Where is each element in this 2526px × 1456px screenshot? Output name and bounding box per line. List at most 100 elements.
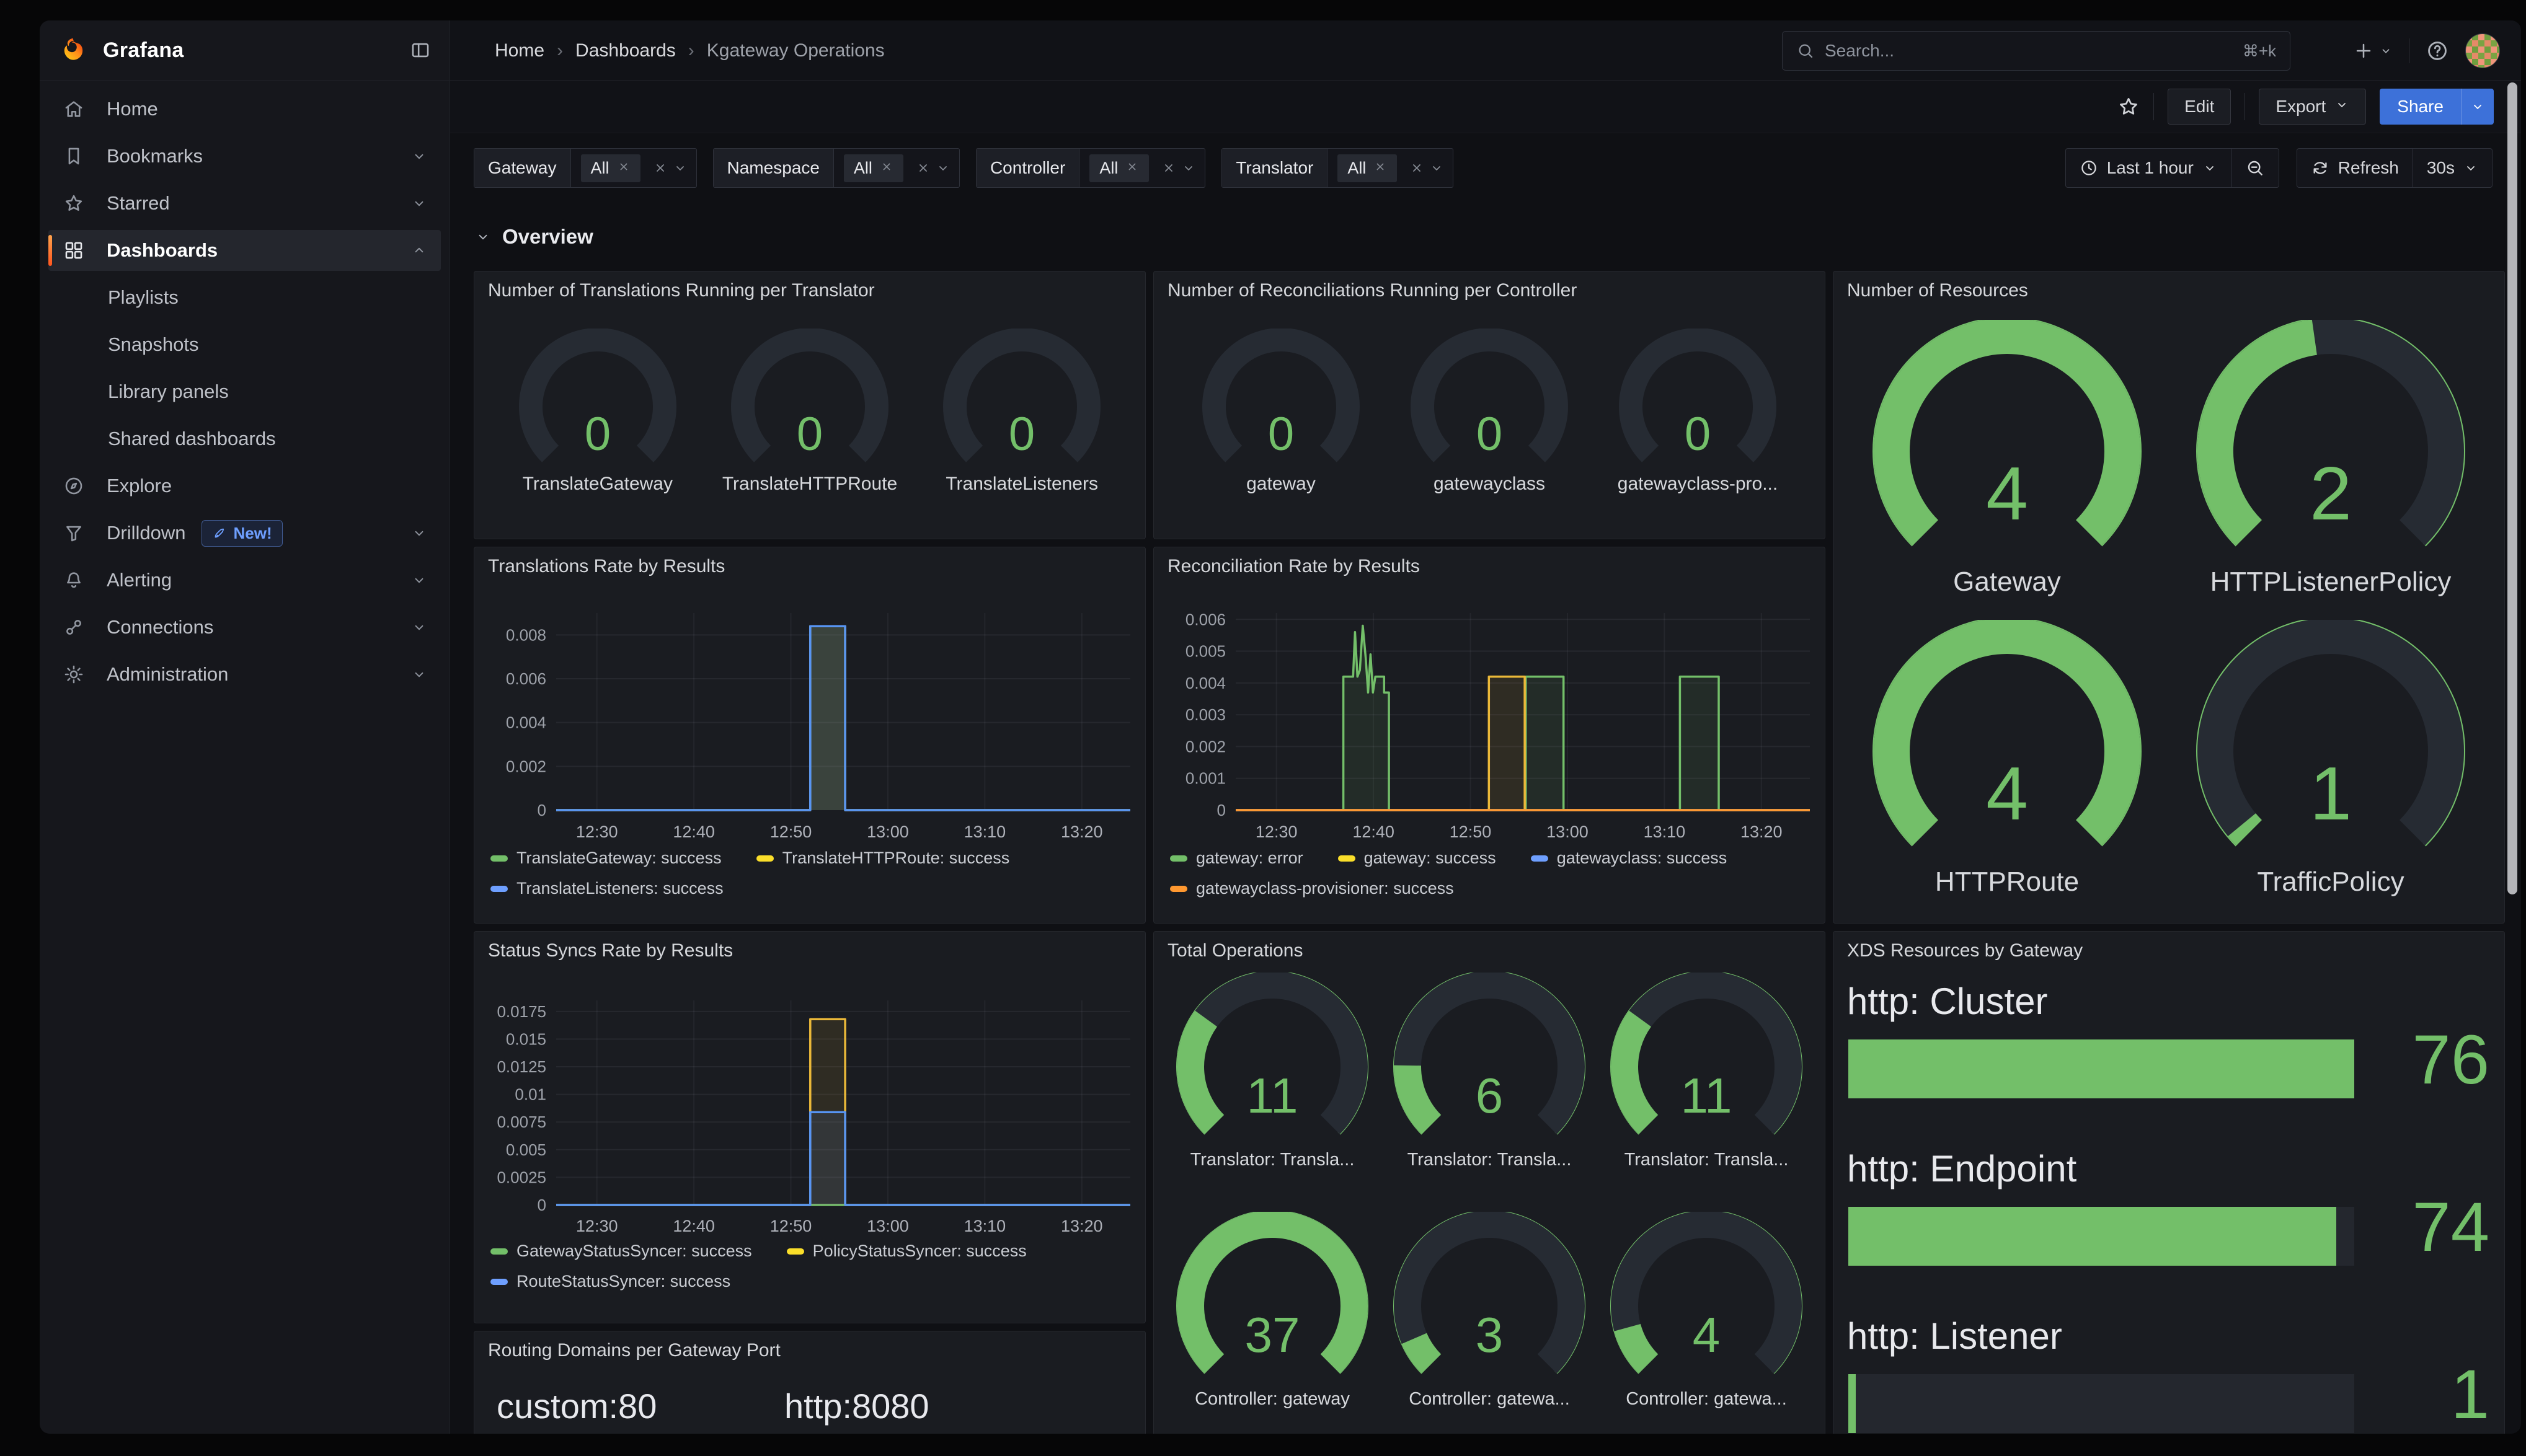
svg-text:4: 4 <box>1986 751 2028 836</box>
filter-value-chip[interactable]: All <box>581 154 640 182</box>
sidebar-item-label: Connections <box>107 616 213 638</box>
panel-title[interactable]: XDS Resources by Gateway <box>1847 940 2083 961</box>
filter-value-chip[interactable]: All <box>1089 154 1149 182</box>
legend-item[interactable]: GatewayStatusSyncer: success <box>490 1242 752 1261</box>
legend-item[interactable]: TranslateHTTPRoute: success <box>756 849 1010 868</box>
remove-value-icon[interactable] <box>1373 159 1387 178</box>
legend-item[interactable]: RouteStatusSyncer: success <box>490 1272 730 1291</box>
gauge-label: gateway <box>1246 474 1316 495</box>
panel-title[interactable]: Total Operations <box>1168 940 1303 961</box>
clear-filter-icon[interactable] <box>653 161 668 175</box>
sidebar-item-connections[interactable]: Connections <box>48 607 441 648</box>
remove-value-icon[interactable] <box>1125 159 1139 178</box>
time-series-plot: 00.00250.0050.00750.010.01250.0150.01751… <box>474 966 1145 1248</box>
panel-title[interactable]: Number of Translations Running per Trans… <box>488 280 875 301</box>
filter-gateway[interactable]: Gateway All <box>474 148 697 188</box>
sidebar-item-playlists[interactable]: Playlists <box>48 277 441 318</box>
clear-filter-icon[interactable] <box>1409 161 1424 175</box>
legend-item[interactable]: gatewayclass: success <box>1531 849 1727 868</box>
breadcrumb-item[interactable]: Home <box>495 40 544 61</box>
svg-text:0.002: 0.002 <box>506 757 546 775</box>
legend-color-chip <box>490 886 508 892</box>
routing-domain-value: custom:80 <box>497 1386 657 1426</box>
legend-item[interactable]: gateway: error <box>1170 849 1303 868</box>
sidebar-item-starred[interactable]: Starred <box>48 183 441 224</box>
sidebar-item-shared-dashboards[interactable]: Shared dashboards <box>48 418 441 459</box>
legend-item[interactable]: TranslateListeners: success <box>490 879 724 898</box>
filter-namespace[interactable]: NamespaceAll <box>713 148 960 188</box>
svg-text:0: 0 <box>538 801 546 819</box>
zoom-out-button[interactable] <box>2231 149 2279 187</box>
bar-fill <box>1848 1039 2354 1098</box>
clear-filter-icon[interactable] <box>1161 161 1176 175</box>
gauge: 11Translator: Transla... <box>1172 973 1373 1170</box>
sidebar-item-drilldown[interactable]: DrilldownNew! <box>48 513 441 554</box>
help-icon[interactable] <box>2426 39 2449 63</box>
legend-item[interactable]: PolicyStatusSyncer: success <box>787 1242 1027 1261</box>
grafana-logo-icon[interactable] <box>58 36 87 64</box>
filter-translator[interactable]: TranslatorAll <box>1221 148 1453 188</box>
row-overview-toggle[interactable]: Overview <box>475 225 593 249</box>
share-button[interactable]: Share <box>2380 89 2494 125</box>
star-dashboard-button[interactable] <box>2117 95 2140 118</box>
legend-item[interactable]: gateway: success <box>1338 849 1496 868</box>
filter-value-chip[interactable]: All <box>1337 154 1397 182</box>
filter-controller[interactable]: ControllerAll <box>976 148 1205 188</box>
gauge: 1TrafficPolicy <box>2191 620 2471 898</box>
clear-filter-icon[interactable] <box>916 161 931 175</box>
compass-icon <box>63 475 88 496</box>
gauge-label: Controller: gateway <box>1195 1389 1350 1410</box>
legend-item[interactable]: TranslateGateway: success <box>490 849 722 868</box>
collapse-sidebar-icon[interactable] <box>410 40 431 61</box>
gauge: 0TranslateHTTPRoute <box>722 329 897 495</box>
chevron-down-icon[interactable] <box>673 161 688 175</box>
legend-label: TranslateListeners: success <box>516 879 724 898</box>
sidebar-item-snapshots[interactable]: Snapshots <box>48 324 441 365</box>
legend-item[interactable]: gatewayclass-provisioner: success <box>1170 879 1454 898</box>
refresh-interval-picker[interactable]: 30s <box>2413 149 2492 187</box>
breadcrumb-item: Kgateway Operations <box>707 40 885 61</box>
gauge-label: HTTPRoute <box>1935 867 2079 898</box>
filter-label: Gateway <box>474 149 571 187</box>
export-button[interactable]: Export <box>2259 89 2366 125</box>
svg-text:12:40: 12:40 <box>1352 823 1394 841</box>
chevron-down-icon[interactable] <box>1429 161 1444 175</box>
gauge-label: gatewayclass <box>1434 474 1545 495</box>
remove-value-icon[interactable] <box>617 159 631 178</box>
chevron-down-icon <box>411 525 427 541</box>
edit-button[interactable]: Edit <box>2168 89 2231 125</box>
time-range-picker[interactable]: Last 1 hour <box>2066 149 2231 187</box>
sidebar-item-administration[interactable]: Administration <box>48 654 441 695</box>
svg-text:0.01: 0.01 <box>515 1085 546 1104</box>
sidebar-item-explore[interactable]: Explore <box>48 465 441 506</box>
sidebar-item-library-panels[interactable]: Library panels <box>48 371 441 412</box>
panel-title[interactable]: Number of Reconciliations Running per Co… <box>1168 280 1577 301</box>
refresh-button[interactable]: Refresh <box>2297 149 2413 187</box>
svg-text:0.004: 0.004 <box>1185 674 1226 692</box>
scrollbar-thumb[interactable] <box>2507 82 2517 894</box>
sidebar-item-alerting[interactable]: Alerting <box>48 560 441 601</box>
filter-value-chip[interactable]: All <box>844 154 903 182</box>
panel-title[interactable]: Routing Domains per Gateway Port <box>488 1340 781 1361</box>
remove-value-icon[interactable] <box>880 159 893 178</box>
panel-title[interactable]: Number of Resources <box>1847 280 2028 301</box>
svg-text:0.0175: 0.0175 <box>497 1002 546 1021</box>
sidebar-item-dashboards[interactable]: Dashboards <box>48 230 441 271</box>
user-avatar[interactable] <box>2465 33 2500 68</box>
chevron-down-icon[interactable] <box>1181 161 1196 175</box>
new-menu-button[interactable] <box>2353 40 2393 61</box>
bar-track <box>1848 1374 2354 1433</box>
chevron-down-icon <box>411 572 427 588</box>
search-input[interactable] <box>1825 41 2233 61</box>
breadcrumb-item[interactable]: Dashboards <box>575 40 676 61</box>
svg-text:0.0125: 0.0125 <box>497 1057 546 1076</box>
search-box[interactable]: ⌘+k <box>1782 31 2290 71</box>
svg-text:13:20: 13:20 <box>1061 1217 1103 1235</box>
routing-domain-value: http:8080 <box>784 1386 929 1426</box>
share-caret-icon[interactable] <box>2461 89 2494 125</box>
legend-row: GatewayStatusSyncer: success PolicyStatus… <box>490 1242 1135 1261</box>
legend-color-chip <box>1338 855 1355 862</box>
sidebar-item-bookmarks[interactable]: Bookmarks <box>48 136 441 177</box>
sidebar-item-home[interactable]: Home <box>48 89 441 130</box>
chevron-down-icon[interactable] <box>936 161 951 175</box>
